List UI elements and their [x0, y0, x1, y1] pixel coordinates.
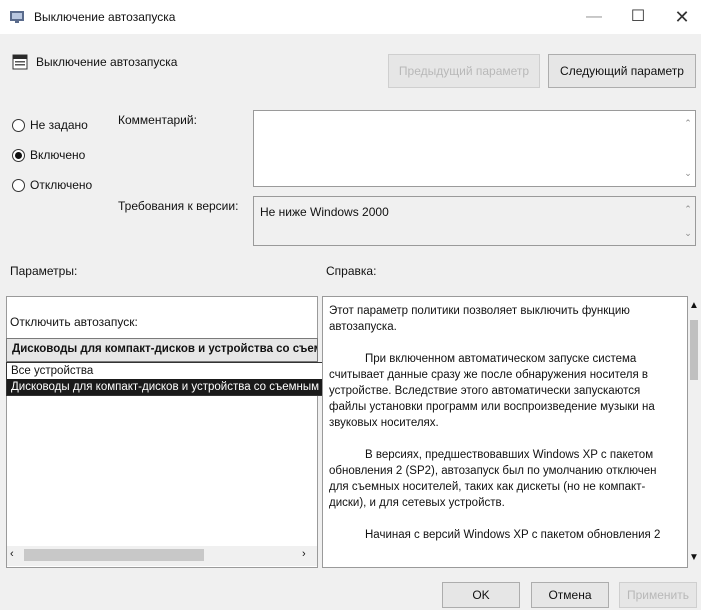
scroll-down-icon[interactable]: ⌄ [682, 168, 694, 179]
help-paragraph: В версиях, предшествовавших Windows XP с… [329, 449, 657, 509]
radio-enabled[interactable]: Включено [12, 148, 85, 162]
close-button[interactable]: ✕ [660, 0, 701, 34]
cancel-button[interactable]: Отмена [531, 582, 609, 608]
version-requirements-label: Требования к версии: [118, 199, 239, 213]
apply-button[interactable]: Применить [619, 582, 697, 608]
help-paragraph: Этот параметр политики позволяет выключи… [329, 305, 630, 333]
policy-setting-icon [12, 54, 28, 70]
radio-circle-checked[interactable] [12, 148, 25, 162]
comment-label: Комментарий: [118, 113, 197, 127]
radio-circle[interactable] [12, 118, 25, 132]
help-paragraph: Начиная с версий Windows XP с пакетом об… [365, 529, 661, 541]
radio-label: Включено [30, 148, 86, 162]
policy-title: Выключение автозапуска [36, 55, 178, 69]
minimize-button[interactable]: — [572, 0, 616, 34]
group-policy-app-icon [10, 11, 24, 23]
radio-not-configured[interactable]: Не задано [12, 118, 88, 132]
help-paragraph: При включенном автоматическом запуске си… [329, 353, 655, 429]
radio-label: Отключено [30, 178, 93, 192]
scroll-up-icon[interactable]: ▲ [689, 300, 699, 311]
scroll-up-icon[interactable]: ⌃ [682, 118, 694, 129]
previous-setting-button[interactable]: Предыдущий параметр [388, 54, 540, 88]
parameters-panel [6, 296, 318, 568]
disable-autorun-dropdown[interactable]: Дисководы для компакт-дисков и устройств… [6, 338, 318, 362]
scroll-down-icon[interactable]: ⌄ [682, 228, 694, 239]
scroll-up-icon[interactable]: ⌃ [682, 204, 694, 215]
parameters-label: Параметры: [10, 264, 78, 278]
help-scroll-thumb[interactable] [690, 320, 698, 380]
help-label: Справка: [326, 264, 377, 278]
help-panel: Этот параметр политики позволяет выключи… [322, 296, 688, 568]
disable-autorun-label: Отключить автозапуск: [10, 315, 138, 329]
scroll-left-icon[interactable]: ‹ [10, 548, 14, 560]
comment-textarea[interactable] [253, 110, 696, 187]
horizontal-scroll-thumb[interactable] [24, 549, 204, 561]
maximize-button[interactable]: ☐ [616, 0, 660, 34]
ok-button[interactable]: OK [442, 582, 520, 608]
radio-disabled[interactable]: Отключено [12, 178, 92, 192]
version-requirements-field: Не ниже Windows 2000 [253, 196, 696, 246]
radio-circle[interactable] [12, 178, 25, 192]
help-text: Этот параметр политики позволяет выключи… [329, 303, 675, 559]
scroll-right-icon[interactable]: › [302, 548, 306, 560]
next-setting-button[interactable]: Следующий параметр [548, 54, 696, 88]
radio-label: Не задано [30, 118, 88, 132]
scroll-down-icon[interactable]: ▼ [689, 552, 699, 563]
window-title: Выключение автозапуска [34, 10, 176, 24]
